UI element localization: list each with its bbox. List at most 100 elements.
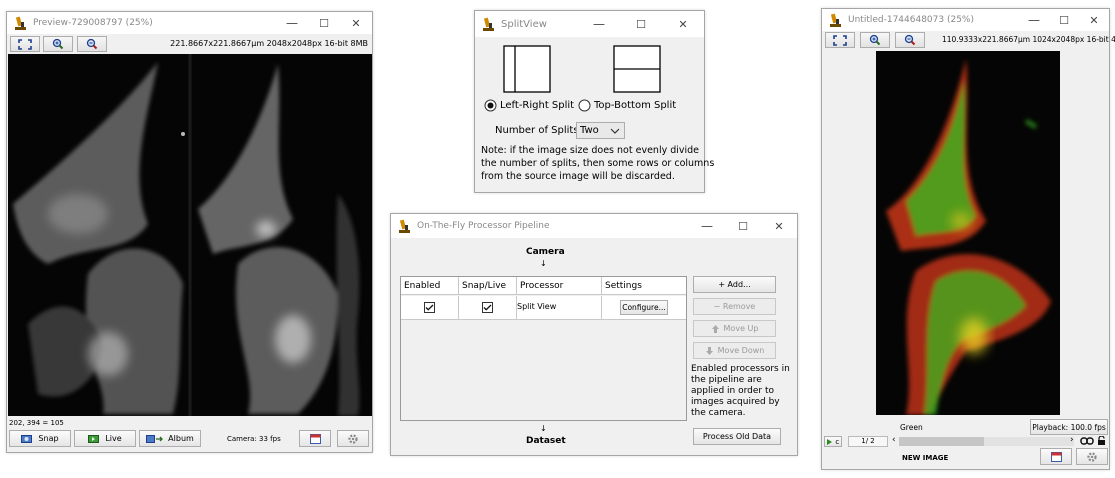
maximize-button[interactable]: ☐ (308, 17, 340, 30)
link-icon[interactable] (1080, 437, 1094, 445)
lock-icon[interactable] (1097, 436, 1106, 446)
help-text-line5: the camera. (691, 408, 746, 418)
zoom-in-icon (52, 38, 64, 50)
live-button-label: Live (105, 434, 122, 443)
gear-button[interactable] (337, 430, 369, 447)
splitview-window: SplitView — ☐ ✕ Left-Right Split Top-Bot… (474, 10, 714, 193)
maximize-button[interactable]: ☐ (620, 18, 662, 31)
inspector-window-icon (309, 433, 321, 444)
dataset-label: Dataset (526, 436, 566, 446)
num-splits-select[interactable]: Two (576, 122, 625, 139)
pipeline-title: On-The-Fly Processor Pipeline (417, 221, 550, 231)
untitled-window: Untitled-1744648073 (25%) — ☐ ✕ 110.9333… (821, 8, 1115, 470)
radio-unselected-icon[interactable] (578, 99, 591, 112)
left-right-radio-option[interactable]: Left-Right Split (484, 99, 574, 112)
splitview-title: SplitView (501, 18, 547, 30)
snap-button-label: Snap (38, 434, 59, 443)
inspector-button[interactable] (299, 430, 331, 447)
dataset-arrow: ↓ (540, 424, 547, 433)
preview-title: Preview-729008797 (25%) (33, 18, 153, 28)
close-button[interactable]: ✕ (340, 17, 372, 30)
snap-camera-icon (21, 435, 33, 443)
inspector-button[interactable] (1040, 448, 1072, 465)
channel-play-button[interactable]: c (824, 436, 842, 447)
page-indicator[interactable]: 1/ 2 (848, 436, 888, 447)
num-splits-label: Number of Splits: (495, 125, 582, 136)
process-old-data-button[interactable]: Process Old Data (693, 428, 781, 445)
channel-scrollbar-track[interactable] (899, 437, 1074, 446)
pipeline-window: On-The-Fly Processor Pipeline — ☐ ✕ Came… (390, 213, 798, 456)
minimize-button[interactable]: — (578, 17, 620, 31)
move-up-label: Move Up (723, 324, 759, 333)
split-note-line3: from the source image will be discarded. (481, 171, 675, 182)
fullscreen-button[interactable] (825, 32, 855, 48)
fullscreen-button[interactable] (10, 36, 40, 52)
top-bottom-radio-option[interactable]: Top-Bottom Split (578, 99, 676, 112)
zoom-out-button[interactable] (895, 32, 925, 48)
untitled-titlebar: Untitled-1744648073 (25%) — ☐ ✕ (822, 9, 1109, 31)
left-right-split-preview-icon[interactable] (503, 45, 551, 93)
top-bottom-split-preview-icon[interactable] (613, 45, 661, 93)
minimize-button[interactable]: — (689, 219, 725, 233)
zoom-out-icon (86, 38, 98, 50)
zoom-out-button[interactable] (77, 36, 107, 52)
micro-manager-app-icon (15, 16, 27, 30)
enabled-checkbox[interactable] (424, 302, 435, 313)
scroll-right-arrow[interactable]: › (1070, 435, 1074, 445)
preview-image-canvas[interactable] (8, 54, 372, 416)
column-header-processor[interactable]: Processor (520, 281, 563, 291)
split-note-line1: Note: if the image size does not evenly … (481, 145, 700, 156)
table-row[interactable]: Split View Configure... (401, 296, 686, 320)
play-icon (826, 438, 832, 445)
minimize-button[interactable]: — (1019, 13, 1049, 27)
untitled-image-canvas[interactable] (876, 51, 1060, 415)
live-button[interactable]: Live (74, 430, 136, 447)
top-bottom-radio-label: Top-Bottom Split (594, 100, 677, 111)
album-button[interactable]: Album (139, 430, 201, 447)
zoom-in-button[interactable] (43, 36, 73, 52)
radio-selected-icon[interactable] (484, 99, 497, 112)
preview-window: Preview-729008797 (25%) — ☐ ✕ 221.8667x2… (6, 11, 373, 453)
camera-label: Camera (526, 247, 565, 257)
snap-live-checkbox[interactable] (482, 302, 493, 313)
untitled-image-info: 110.9333x221.8667µm 1024x2048px 16-bit 4… (942, 35, 1115, 44)
column-header-enabled[interactable]: Enabled (404, 281, 440, 291)
fullscreen-icon (833, 34, 847, 46)
close-button[interactable]: ✕ (1079, 14, 1109, 27)
move-down-button[interactable]: Move Down (693, 342, 776, 359)
left-right-radio-label: Left-Right Split (500, 100, 575, 111)
inspector-window-icon (1050, 451, 1062, 462)
maximize-button[interactable]: ☐ (1049, 14, 1079, 27)
column-header-settings[interactable]: Settings (605, 281, 642, 291)
gear-button[interactable] (1076, 448, 1108, 465)
minimize-button[interactable]: — (276, 16, 308, 30)
snap-button[interactable]: Snap (9, 430, 71, 447)
pipeline-titlebar: On-The-Fly Processor Pipeline — ☐ ✕ (391, 214, 797, 238)
micro-manager-app-icon (483, 17, 495, 31)
column-header-snap-live[interactable]: Snap/Live (462, 281, 506, 291)
preview-pixel-status: 202, 394 = 105 (9, 419, 64, 427)
move-up-button[interactable]: Move Up (693, 320, 776, 337)
gear-icon (1087, 451, 1097, 462)
close-button[interactable]: ✕ (662, 18, 704, 31)
zoom-in-icon (869, 34, 881, 46)
help-text-line3: applied in order to (691, 386, 775, 396)
channel-axis-label: c (835, 437, 840, 446)
live-video-icon (88, 435, 100, 443)
arrow-up-icon (711, 324, 719, 333)
add-processor-button[interactable]: + Add... (693, 276, 776, 293)
album-icon (146, 435, 164, 443)
maximize-button[interactable]: ☐ (725, 220, 761, 233)
channel-scrollbar-thumb[interactable] (899, 437, 984, 446)
processor-name: Split View (517, 302, 557, 311)
camera-fps-label: Camera: 33 fps (227, 435, 281, 443)
remove-processor-button[interactable]: − Remove (693, 298, 776, 315)
num-splits-value: Two (580, 125, 599, 136)
close-button[interactable]: ✕ (761, 220, 797, 233)
scroll-left-arrow[interactable]: ‹ (892, 435, 896, 445)
table-header: Enabled Snap/Live Processor Settings (401, 277, 686, 295)
zoom-in-button[interactable] (860, 32, 890, 48)
configure-button[interactable]: Configure... (620, 300, 668, 315)
playback-fps-button[interactable]: Playback: 100.0 fps (1030, 419, 1108, 435)
zoom-out-icon (904, 34, 916, 46)
